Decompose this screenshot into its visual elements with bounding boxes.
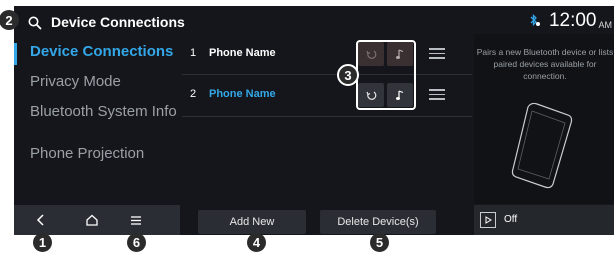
device-name: Phone Name [209,88,276,100]
back-icon[interactable] [30,210,52,230]
device-connections-screen: Device Connections 12:00 AM Device Conne… [14,6,614,235]
device-name: Phone Name [209,47,276,59]
media-toggle-row[interactable]: Off [474,205,614,235]
play-icon[interactable] [480,212,496,228]
sidebar-item-bluetooth-system-info[interactable]: Bluetooth System Info [30,103,180,120]
sidebar-item-device-connections[interactable]: Device Connections [30,43,180,60]
callout-marker-3: 3 [337,64,359,86]
callout-marker-5: 5 [370,233,389,252]
delete-devices-button[interactable]: Delete Device(s) [320,210,436,234]
clock-ampm: AM [598,20,613,30]
device-row[interactable]: 1 Phone Name [182,34,472,74]
pairing-description: Pairs a new Bluetooth device or lists pa… [476,47,614,81]
search-icon[interactable] [28,16,42,30]
home-icon[interactable] [81,210,103,230]
row-divider [182,116,472,117]
sidebar-item-privacy-mode[interactable]: Privacy Mode [30,73,180,90]
callout-marker-4: 4 [247,233,266,252]
status-bar: 12:00 AM [527,8,612,34]
device-row[interactable]: 2 Phone Name [182,75,472,115]
callout-highlight-box [356,40,416,110]
device-number: 1 [190,47,197,59]
reorder-handle-icon[interactable] [429,89,445,100]
info-panel: Pairs a new Bluetooth device or lists pa… [474,34,614,204]
callout-marker-6: 6 [127,233,146,252]
reorder-handle-icon[interactable] [429,48,445,59]
phone-illustration-icon [508,99,578,199]
device-number: 2 [190,88,197,100]
callout-marker-1: 1 [33,233,52,252]
playback-state: Off [504,214,518,225]
active-indicator [14,43,17,65]
callout-marker-2: 2 [0,10,19,30]
clock: 12:00 [548,10,597,31]
page-title: Device Connections [51,14,185,30]
sidebar-item-phone-projection[interactable]: Phone Projection [30,145,180,162]
bluetooth-audio-icon [527,14,541,28]
add-new-button[interactable]: Add New [198,210,306,234]
menu-icon[interactable] [125,210,147,230]
bottom-nav [14,205,180,235]
